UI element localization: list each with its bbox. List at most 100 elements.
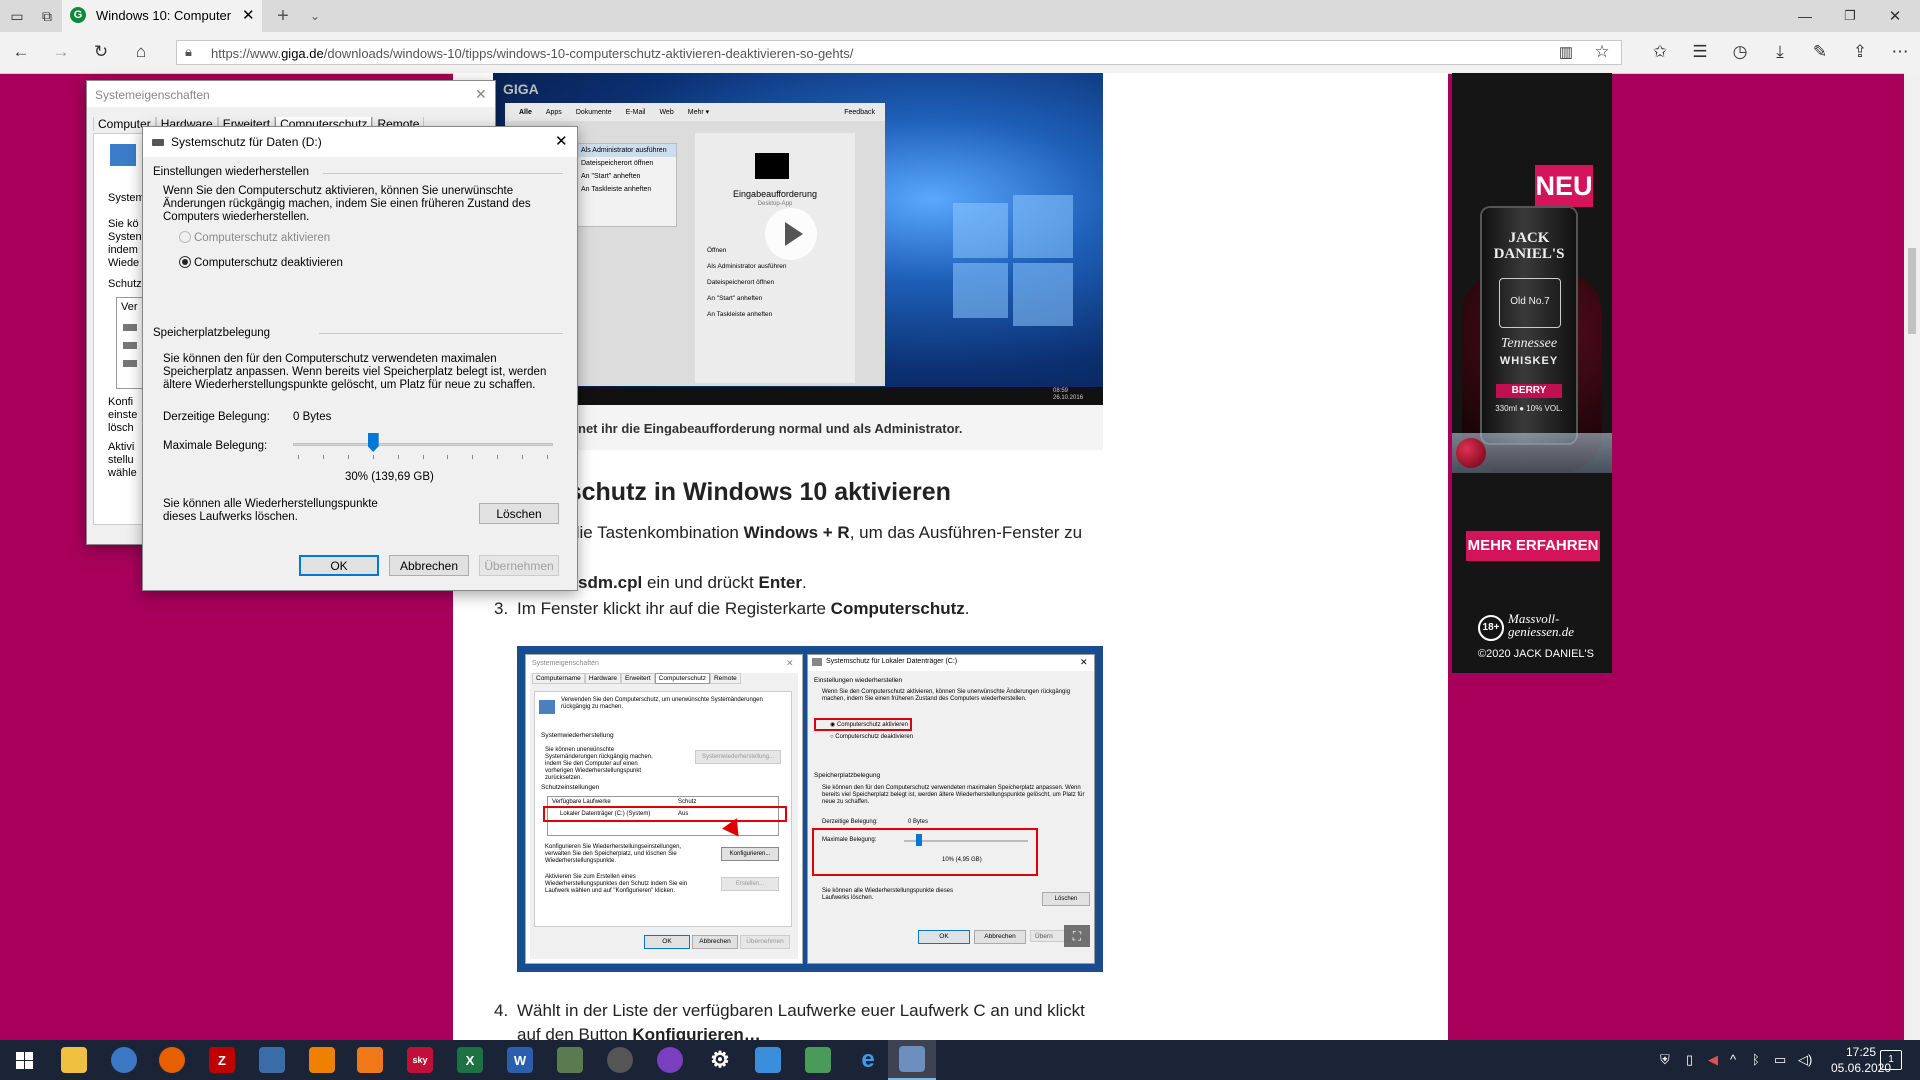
downloads-icon[interactable]: ⤓ (1765, 37, 1795, 67)
favorite-star-icon[interactable]: ☆ (1587, 37, 1617, 67)
system-properties-taskbar-icon[interactable] (888, 1040, 936, 1080)
volume-icon[interactable]: ◁) (1798, 1052, 1812, 1068)
step-4-text: Wählt in der Liste der verfügbaren Laufw… (517, 1001, 1085, 1020)
section-heading: rschutz in Windows 10 aktivieren (558, 478, 951, 506)
shot-close-icon: ✕ (786, 658, 794, 668)
shot-sysprops: Systemeigenschaften ✕ Computername Hardwa… (525, 654, 803, 964)
sky-go-icon[interactable]: sky (400, 1040, 440, 1080)
slider-tick (472, 455, 474, 459)
excel-icon[interactable]: X (450, 1040, 490, 1080)
pen-icon[interactable]: ✎ (1805, 37, 1835, 67)
tab-bar: ▭ ⧉ G Windows 10: Computer ✕ + ⌄ — ❐ ✕ (0, 0, 1920, 32)
network-app-icon[interactable] (252, 1040, 292, 1080)
set-aside-tabs-icon[interactable]: ⧉ (32, 1, 62, 31)
hub-icon[interactable]: ☰ (1685, 37, 1715, 67)
slider-tick (522, 455, 524, 459)
tab-active[interactable]: G Windows 10: Computer ✕ (62, 0, 262, 32)
more-icon[interactable]: ⋯ (1885, 37, 1915, 67)
tab-actions-icon[interactable]: ▭ (2, 1, 32, 31)
jack-daniels-ad[interactable]: NEU JACK DANIEL'S Old No.7 Tennessee WHI… (1452, 73, 1612, 673)
video-player[interactable]: GIGA Alle Apps Dokumente E-Mail Web Mehr ▾ Fe… (493, 73, 1103, 405)
dialog-close-icon[interactable]: ✕ (555, 132, 568, 150)
edge-icon[interactable]: e (848, 1040, 888, 1080)
drive-icon (152, 139, 164, 146)
page-scrollbar[interactable] (1904, 73, 1920, 1040)
sysprops-close-icon[interactable]: ✕ (475, 86, 487, 103)
tray-shield-icon[interactable]: ⛨ (1660, 1052, 1670, 1068)
firefox-icon[interactable] (152, 1040, 192, 1080)
media-app-icon[interactable] (600, 1040, 640, 1080)
new-tab-icon[interactable]: + (268, 1, 298, 31)
start-icon[interactable] (4, 1040, 44, 1080)
radio-disable[interactable]: Computerschutz deaktivieren (179, 256, 343, 270)
shot-highlight-drive (543, 806, 787, 822)
home-icon[interactable]: ⌂ (126, 37, 156, 67)
cmd-app-icon (755, 153, 789, 179)
task-manager-icon[interactable] (798, 1040, 838, 1080)
system-protection-dialog: Systemschutz für Daten (D:) ✕ Einstellun… (142, 126, 578, 591)
app-panel: Eingabeaufforderung Desktop-App Öffnen Al… (695, 133, 855, 383)
notification-center-icon[interactable]: 1 (1880, 1050, 1902, 1070)
ad-badge: NEU (1535, 165, 1593, 207)
minimize-icon[interactable]: — (1790, 1, 1820, 31)
ad-cta-button[interactable]: MEHR ERFAHREN (1466, 531, 1600, 561)
shot-computer-icon (539, 700, 555, 714)
slider-tick (447, 455, 449, 459)
url-field[interactable]: 🔒︎ https://www.giga.de/downloads/windows… (176, 40, 1622, 65)
share-icon[interactable]: ⇪ (1845, 37, 1875, 67)
divider-2 (319, 333, 563, 334)
divider (323, 173, 563, 174)
dialog-title: Systemschutz für Daten (D:) (171, 135, 322, 149)
vlc-icon[interactable] (302, 1040, 342, 1080)
filezilla-icon[interactable]: Z (202, 1040, 242, 1080)
tray-usb-icon[interactable]: ▯ (1686, 1052, 1693, 1068)
context-menu: Als Administrator ausführen Dateispeiche… (575, 143, 677, 227)
max-usage-slider[interactable] (293, 427, 553, 463)
window-close-icon[interactable]: ✕ (1880, 1, 1910, 31)
security-shield-icon[interactable] (550, 1040, 590, 1080)
delete-description: Sie können alle Wiederherstellungspunkte… (163, 498, 378, 523)
giga-favicon-icon: G (70, 7, 86, 23)
step-2-text: sdm.cpl ein und drückt Enter. (578, 573, 807, 592)
maximize-icon[interactable]: ❐ (1835, 1, 1865, 31)
space-header: Speicherplatzbelegung (153, 327, 271, 339)
tray-app-icon[interactable]: ◀ (1708, 1052, 1718, 1068)
ok-button[interactable]: OK (299, 555, 379, 576)
slider-thumb[interactable] (367, 433, 379, 452)
tray-chevron-icon[interactable]: ^ (1730, 1052, 1736, 1067)
slider-tick (497, 455, 499, 459)
slider-tick (547, 455, 548, 459)
file-explorer-icon[interactable] (54, 1040, 94, 1080)
article-screenshot[interactable]: Systemeigenschaften ✕ Computername Hardwa… (517, 646, 1103, 972)
network-icon[interactable]: ▭ (1774, 1052, 1786, 1068)
apply-button[interactable]: Übernehmen (479, 555, 559, 576)
forward-icon[interactable]: → (46, 37, 76, 67)
back-icon[interactable]: ← (6, 37, 36, 67)
tab-preview-chevron-icon[interactable]: ⌄ (300, 1, 330, 31)
bluetooth-icon[interactable]: ᛒ (1752, 1052, 1760, 1067)
slider-tick (397, 455, 399, 459)
radio-enable: Computerschutz aktivieren (179, 231, 330, 245)
restore-description: Wenn Sie den Computerschutz aktivieren, … (163, 185, 531, 223)
cancel-button[interactable]: Abbrechen (389, 555, 469, 576)
tor-icon[interactable] (650, 1040, 690, 1080)
refresh-icon[interactable]: ↻ (86, 37, 116, 67)
reading-view-icon[interactable]: ▥ (1551, 37, 1581, 67)
thunderbird-icon[interactable] (104, 1040, 144, 1080)
expand-image-icon[interactable]: ⛶ (1064, 925, 1090, 947)
settings-gear-icon[interactable]: ⚙ (700, 1040, 740, 1080)
play-icon[interactable] (765, 208, 817, 260)
control-panel-icon[interactable] (748, 1040, 788, 1080)
word-icon[interactable]: W (500, 1040, 540, 1080)
history-icon[interactable]: ◷ (1725, 37, 1755, 67)
shot-drive-icon (812, 658, 822, 666)
rss-icon[interactable] (350, 1040, 390, 1080)
scrollbar-thumb[interactable] (1908, 248, 1916, 334)
delete-button[interactable]: Löschen (479, 503, 559, 524)
tab-close-icon[interactable]: ✕ (242, 6, 255, 24)
ad-cherry (1456, 438, 1486, 468)
slider-tick (347, 455, 349, 459)
shot-close-icon-2: ✕ (1080, 657, 1088, 667)
shot-systemschutz: Systemschutz für Lokaler Datenträger (C:… (807, 654, 1095, 964)
favorites-icon[interactable]: ✩ (1645, 37, 1675, 67)
